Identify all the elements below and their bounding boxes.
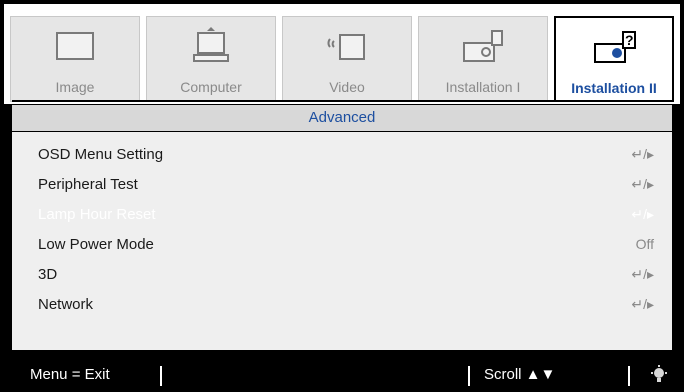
- divider: [628, 366, 630, 386]
- menu-item-value: ↵/▸: [631, 266, 654, 282]
- menu-item-3d[interactable]: 3D ↵/▸: [12, 264, 672, 290]
- menu-item-value: ↵/▸: [631, 146, 654, 162]
- menu-exit-hint: Menu = Exit: [30, 366, 110, 383]
- menu-item-peripheral-test[interactable]: Peripheral Test ↵/▸: [12, 174, 672, 200]
- menu-item-value: ↵/▸: [631, 296, 654, 312]
- svg-text:?: ?: [625, 32, 634, 48]
- tab-image[interactable]: Image: [4, 10, 146, 102]
- tab-computer[interactable]: Computer: [140, 10, 282, 102]
- menu-item-label: 3D: [38, 266, 58, 283]
- scroll-hint: Scroll ▲▼: [484, 366, 556, 383]
- menu-item-label: Network: [38, 296, 94, 313]
- image-icon: [56, 32, 94, 60]
- tab-installation-ii[interactable]: ? Installation II: [548, 10, 680, 102]
- menu-item-value: ↵/▸: [631, 176, 654, 192]
- menu-item-value: ↵/▸: [631, 206, 654, 222]
- menu-item-label: Lamp Hour Reset: [38, 206, 156, 223]
- section-title: Advanced: [308, 109, 376, 126]
- menu-item-label: Peripheral Test: [38, 176, 138, 193]
- installation-ii-icon: ?: [594, 31, 636, 63]
- tab-installation-i[interactable]: Installation I: [412, 10, 554, 102]
- menu-item-label: OSD Menu Setting: [38, 146, 164, 163]
- divider: [160, 366, 162, 386]
- tab-label: Installation I: [445, 79, 521, 95]
- installation-i-icon: [463, 30, 503, 62]
- tab-label: Computer: [180, 79, 242, 95]
- menu-item-label: Low Power Mode: [38, 236, 154, 253]
- menu-item-lamp-hour-reset[interactable]: Lamp Hour Reset ↵/▸: [12, 204, 672, 230]
- status-bar: Menu = Exit Scroll ▲▼: [0, 356, 684, 392]
- osd-menu: Image Computer Video Installation I ? In…: [0, 0, 684, 392]
- tab-label: Image: [55, 79, 95, 95]
- menu-item-low-power-mode[interactable]: Low Power Mode Off: [12, 234, 672, 260]
- tab-bar: Image Computer Video Installation I ? In…: [4, 4, 680, 104]
- divider: [12, 100, 672, 102]
- lamp-icon: [651, 365, 667, 382]
- menu-panel: OSD Menu Setting ↵/▸ Peripheral Test ↵/▸…: [12, 132, 672, 350]
- tab-video[interactable]: Video: [276, 10, 418, 102]
- section-header: Advanced: [12, 104, 672, 132]
- tab-label: Installation II: [571, 80, 657, 96]
- menu-item-network[interactable]: Network ↵/▸: [12, 294, 672, 320]
- menu-item-value: Off: [635, 236, 654, 252]
- video-icon: [327, 34, 365, 60]
- computer-icon: [193, 27, 229, 62]
- tab-label: Video: [329, 79, 365, 95]
- divider: [468, 366, 470, 386]
- menu-item-osd-menu-setting[interactable]: OSD Menu Setting ↵/▸: [12, 144, 672, 170]
